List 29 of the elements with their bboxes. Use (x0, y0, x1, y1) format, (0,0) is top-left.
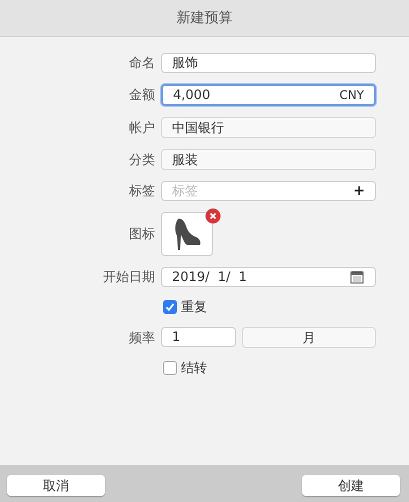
checkbox[interactable] (163, 361, 177, 375)
checkbox[interactable] (163, 300, 177, 314)
field-label: 分类 (129, 152, 155, 168)
add-button[interactable]: + (353, 184, 365, 198)
unit-popup[interactable]: 月 (242, 327, 376, 348)
dialog-button[interactable]: 创建 (302, 475, 400, 496)
remove-icon[interactable] (205, 208, 221, 224)
high-heel-shoe-icon (172, 217, 202, 251)
dialog-button[interactable]: 取消 (7, 475, 105, 496)
icon-well[interactable] (161, 212, 213, 256)
field-label: 帐户 (129, 120, 155, 136)
field-label: 标签 (129, 183, 155, 200)
field-label: 频率 (129, 330, 155, 346)
text-field[interactable]: 服饰 (161, 53, 376, 73)
tag-field[interactable]: 标签 + (161, 181, 376, 201)
text-field[interactable]: 4,000 CNY (161, 84, 376, 106)
popup-button[interactable]: 服装 (161, 149, 376, 170)
popup-button[interactable]: 中国银行 (161, 117, 376, 138)
checkbox-label[interactable]: 结转 (181, 359, 207, 377)
currency-label: CNY (339, 88, 364, 102)
number-field[interactable]: 1 (161, 327, 236, 347)
checkbox-label[interactable]: 重复 (181, 298, 207, 316)
field-label: 图标 (129, 226, 155, 243)
field-label: 开始日期 (103, 269, 155, 286)
field-label: 金额 (129, 87, 155, 104)
window-title: 新建预算 (176, 9, 232, 27)
date-field[interactable]: 2019/ 1/ 1 (161, 267, 376, 287)
field-label: 命名 (129, 55, 155, 72)
calendar-icon[interactable] (350, 270, 364, 284)
